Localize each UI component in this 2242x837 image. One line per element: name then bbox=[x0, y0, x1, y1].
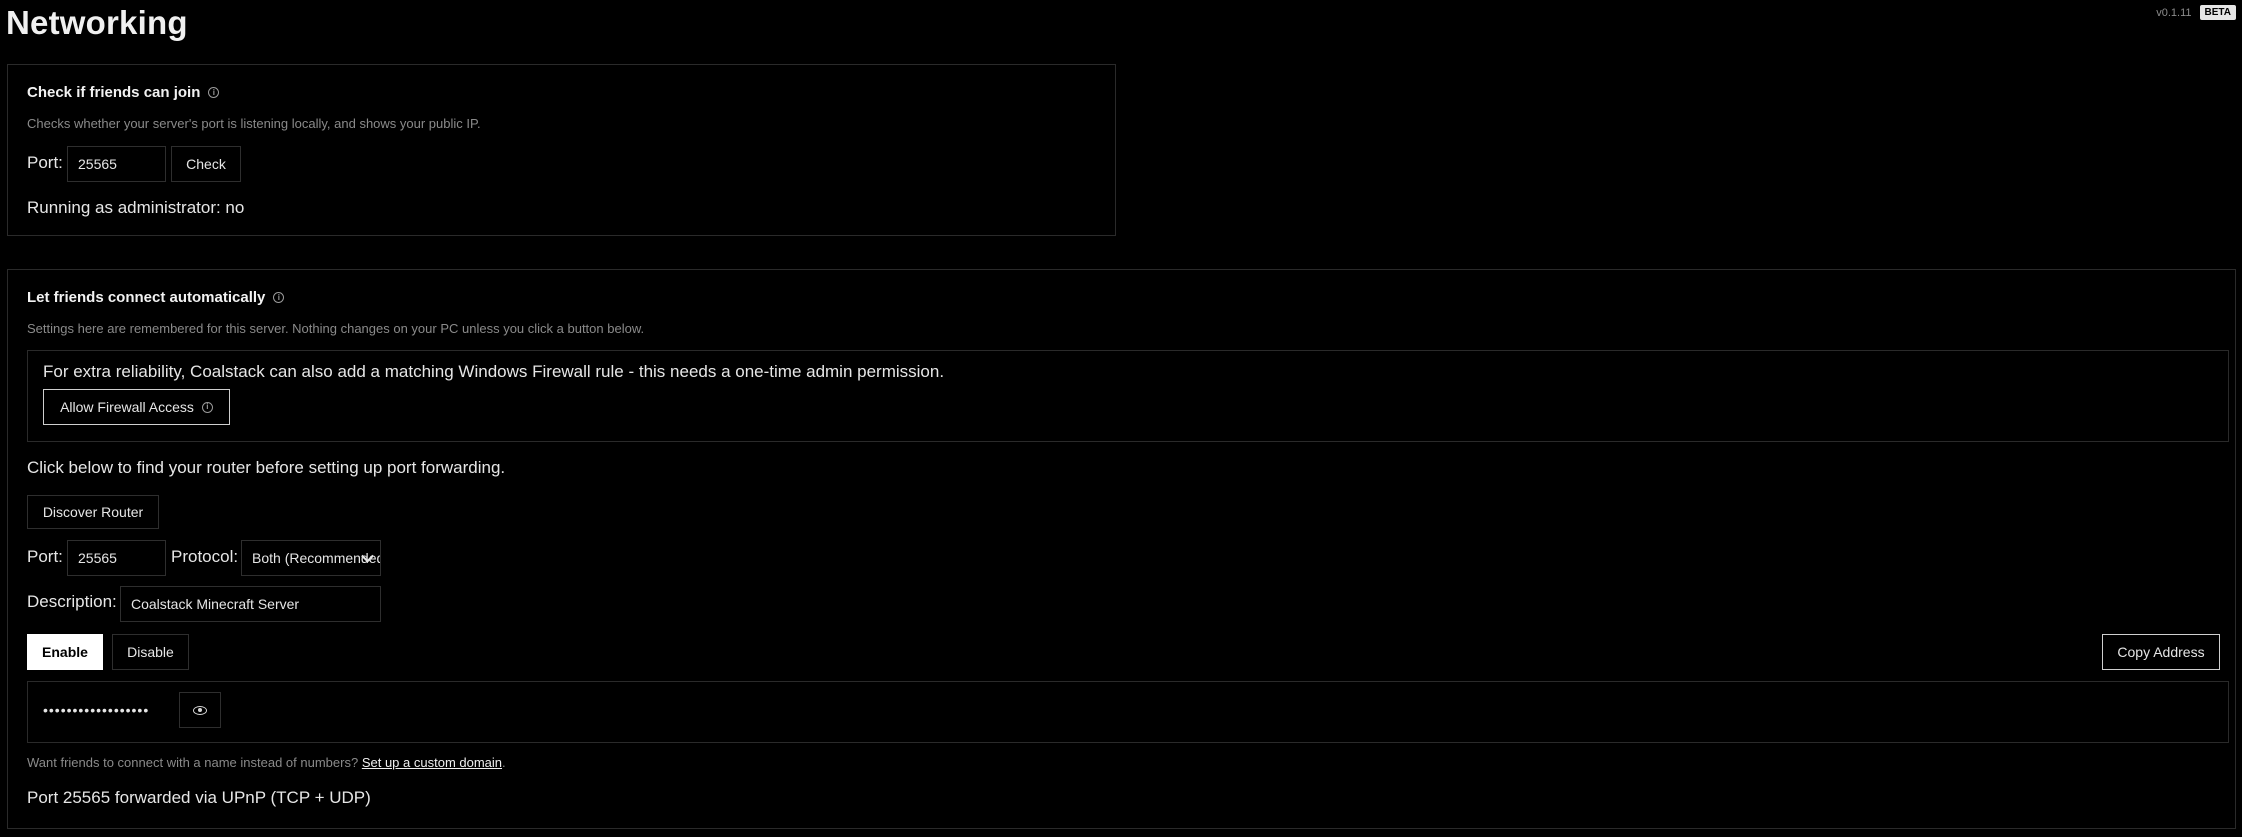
firewall-text: For extra reliability, Coalstack can als… bbox=[43, 362, 945, 381]
description-label: Description: bbox=[27, 592, 117, 611]
protocol-value: Both (Recommended) bbox=[252, 550, 381, 566]
info-icon: i bbox=[201, 401, 213, 413]
discover-router-button[interactable]: Discover Router bbox=[27, 495, 159, 529]
port-label: Port: bbox=[27, 153, 63, 172]
copy-address-button[interactable]: Copy Address bbox=[2102, 634, 2220, 670]
enable-button[interactable]: Enable bbox=[27, 634, 103, 670]
custom-domain-suffix: . bbox=[502, 755, 506, 770]
custom-domain-prefix: Want friends to connect with a name inst… bbox=[27, 755, 359, 770]
admin-status: Running as administrator: no bbox=[27, 198, 245, 217]
allow-firewall-button[interactable]: Allow Firewall Access i bbox=[43, 389, 230, 425]
connect-section-description: Settings here are remembered for this se… bbox=[27, 321, 645, 336]
check-button[interactable]: Check bbox=[171, 146, 241, 182]
reveal-address-button[interactable] bbox=[179, 692, 221, 728]
connect-section-heading: Let friends connect automatically i bbox=[27, 289, 285, 306]
protocol-label: Protocol: bbox=[171, 547, 239, 566]
allow-firewall-label: Allow Firewall Access bbox=[60, 399, 194, 415]
version-area: v0.1.11 BETA bbox=[2156, 5, 2236, 20]
check-port-input[interactable] bbox=[67, 146, 166, 182]
disable-button[interactable]: Disable bbox=[112, 634, 189, 670]
custom-domain-link[interactable]: Set up a custom domain bbox=[362, 755, 502, 770]
connect-automatically-card: Let friends connect automatically i Sett… bbox=[7, 269, 2236, 829]
forward-port-input[interactable] bbox=[67, 540, 166, 576]
check-friends-card: Check if friends can join i Checks wheth… bbox=[7, 64, 1116, 236]
connect-section-title: Let friends connect automatically bbox=[27, 289, 266, 306]
custom-domain-hint: Want friends to connect with a name inst… bbox=[27, 755, 506, 770]
info-icon[interactable]: i bbox=[273, 292, 285, 303]
check-section-description: Checks whether your server's port is lis… bbox=[27, 116, 481, 131]
info-icon[interactable]: i bbox=[208, 87, 220, 98]
address-box: •••••••••••••••••• bbox=[27, 681, 2229, 743]
firewall-box: For extra reliability, Coalstack can als… bbox=[27, 350, 2229, 442]
description-input[interactable] bbox=[120, 586, 381, 622]
check-section-title: Check if friends can join bbox=[27, 84, 201, 101]
check-section-heading: Check if friends can join i bbox=[27, 84, 220, 101]
eye-icon bbox=[193, 705, 207, 715]
masked-address: •••••••••••••••••• bbox=[43, 702, 150, 718]
version-label: v0.1.11 bbox=[2156, 6, 2192, 19]
beta-badge: BETA bbox=[2199, 5, 2236, 20]
protocol-select[interactable]: Both (Recommended) bbox=[241, 540, 381, 576]
forward-port-label: Port: bbox=[27, 547, 63, 566]
page-title: Networking bbox=[6, 4, 188, 41]
router-hint: Click below to find your router before s… bbox=[27, 458, 506, 477]
forward-status: Port 25565 forwarded via UPnP (TCP + UDP… bbox=[27, 788, 371, 807]
